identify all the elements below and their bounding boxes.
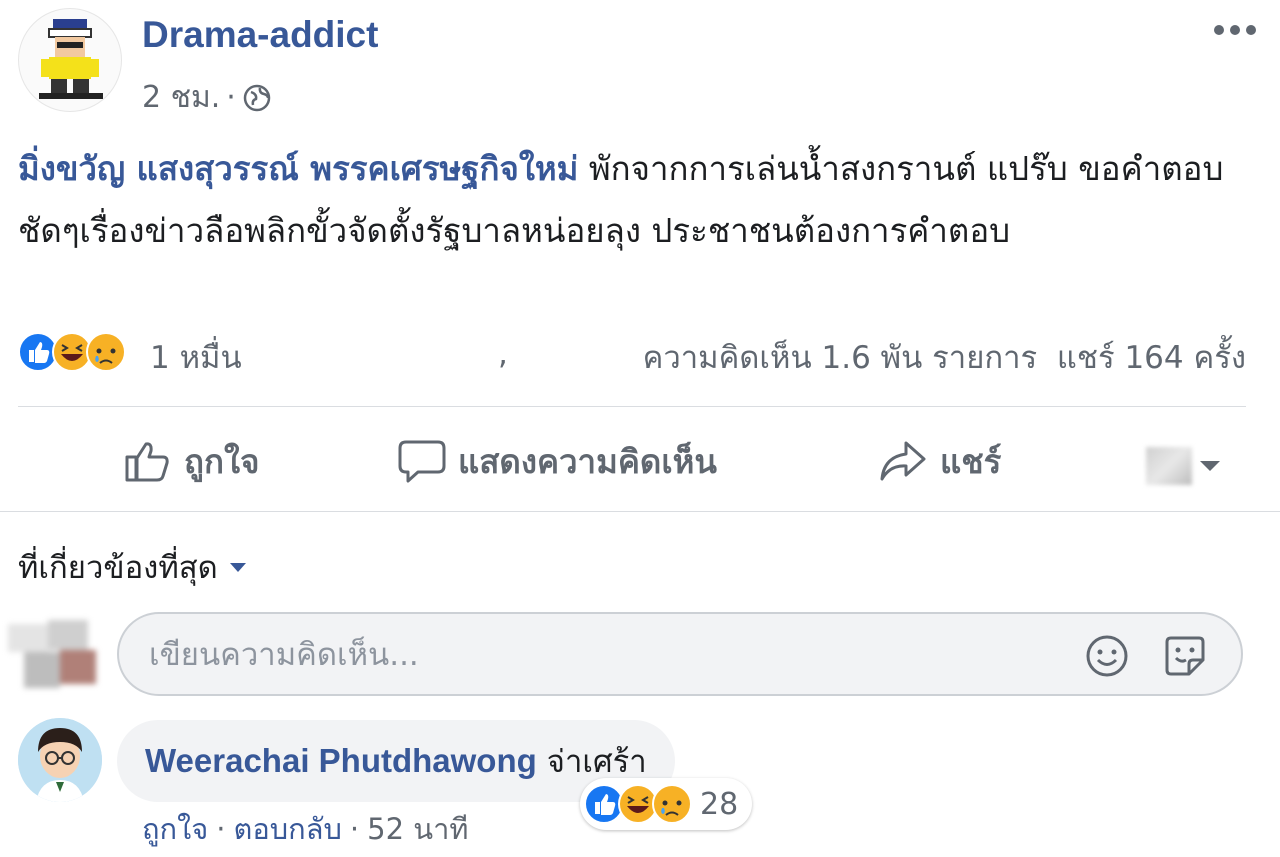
comment-actions: ถูกใจ · ตอบกลับ · 52 นาที — [142, 806, 468, 852]
post-actions: ถูกใจ แสดงความคิดเห็น แชร์ — [0, 412, 1280, 510]
post-stats: 1 หมื่น , ความคิดเห็น 1.6 พัน รายการ แชร… — [18, 326, 1246, 386]
comment-action-separator: · — [216, 812, 226, 846]
post-text: มิ่งขวัญ แสงสุวรรณ์ พรรคเศรษฐกิจใหม่ พัก… — [18, 138, 1258, 262]
chevron-down-icon — [1200, 461, 1220, 471]
comment-label: แสดงความคิดเห็น — [458, 441, 717, 481]
sad-icon — [652, 784, 692, 824]
comment-button[interactable]: แสดงความคิดเห็น — [398, 436, 717, 486]
globe-icon[interactable] — [242, 83, 272, 113]
comment-sort-dropdown[interactable]: ที่เกี่ยวข้องที่สุด — [18, 542, 246, 592]
share-count[interactable]: แชร์ 164 ครั้ง — [1057, 340, 1246, 376]
comment-count[interactable]: ความคิดเห็น 1.6 พัน รายการ — [643, 340, 1038, 376]
comment-time[interactable]: 52 นาที — [367, 812, 468, 846]
page-avatar[interactable] — [18, 8, 122, 112]
comment-input[interactable] — [147, 628, 1051, 682]
share-button[interactable]: แชร์ — [878, 436, 1001, 486]
divider — [0, 511, 1280, 512]
post-author-name[interactable]: Drama-addict — [142, 14, 378, 56]
sad-icon — [86, 332, 126, 372]
post-tag-link[interactable]: มิ่งขวัญ แสงสุวรรณ์ พรรคเศรษฐกิจใหม่ — [18, 149, 578, 188]
comment-author-name[interactable]: Weerachai Phutdhawong — [145, 742, 537, 780]
post-header: Drama-addict 2 ชม. · — [18, 8, 1263, 115]
thumbs-up-icon — [125, 442, 169, 482]
comment-reply-link[interactable]: ตอบกลับ — [234, 812, 342, 846]
share-label: แชร์ — [940, 441, 1002, 481]
sticker-icon[interactable] — [1163, 634, 1207, 678]
comment-composer[interactable] — [117, 612, 1243, 696]
reaction-summary[interactable] — [18, 332, 126, 372]
post-meta: 2 ชม. · — [142, 74, 272, 121]
comment-reaction-summary[interactable]: 28 — [580, 778, 753, 830]
like-label: ถูกใจ — [184, 441, 260, 481]
stats-right: ความคิดเห็น 1.6 พัน รายการ แชร์ 164 ครั้… — [643, 332, 1246, 382]
comment-bubble-icon — [398, 440, 446, 483]
commenter-avatar[interactable] — [18, 718, 102, 802]
post-time[interactable]: 2 ชม. — [142, 74, 220, 121]
caret-down-icon — [229, 562, 246, 572]
comment-action-separator: · — [349, 812, 360, 846]
emoji-icon[interactable] — [1085, 634, 1129, 678]
reaction-identity-selector[interactable] — [1146, 446, 1224, 486]
blurred-avatar — [1146, 447, 1192, 485]
comment-like-link[interactable]: ถูกใจ — [142, 812, 208, 846]
like-button[interactable]: ถูกใจ — [124, 436, 259, 486]
meta-separator: · — [226, 80, 236, 115]
more-options-icon[interactable] — [1213, 20, 1257, 40]
reaction-count[interactable]: 1 หมื่น — [150, 332, 242, 382]
current-user-avatar — [8, 614, 100, 694]
stray-comma: , — [498, 336, 508, 372]
share-arrow-icon — [880, 441, 926, 481]
comment-sort-label: ที่เกี่ยวข้องที่สุด — [18, 550, 218, 586]
comment-reaction-count: 28 — [700, 786, 739, 822]
divider — [18, 406, 1246, 407]
